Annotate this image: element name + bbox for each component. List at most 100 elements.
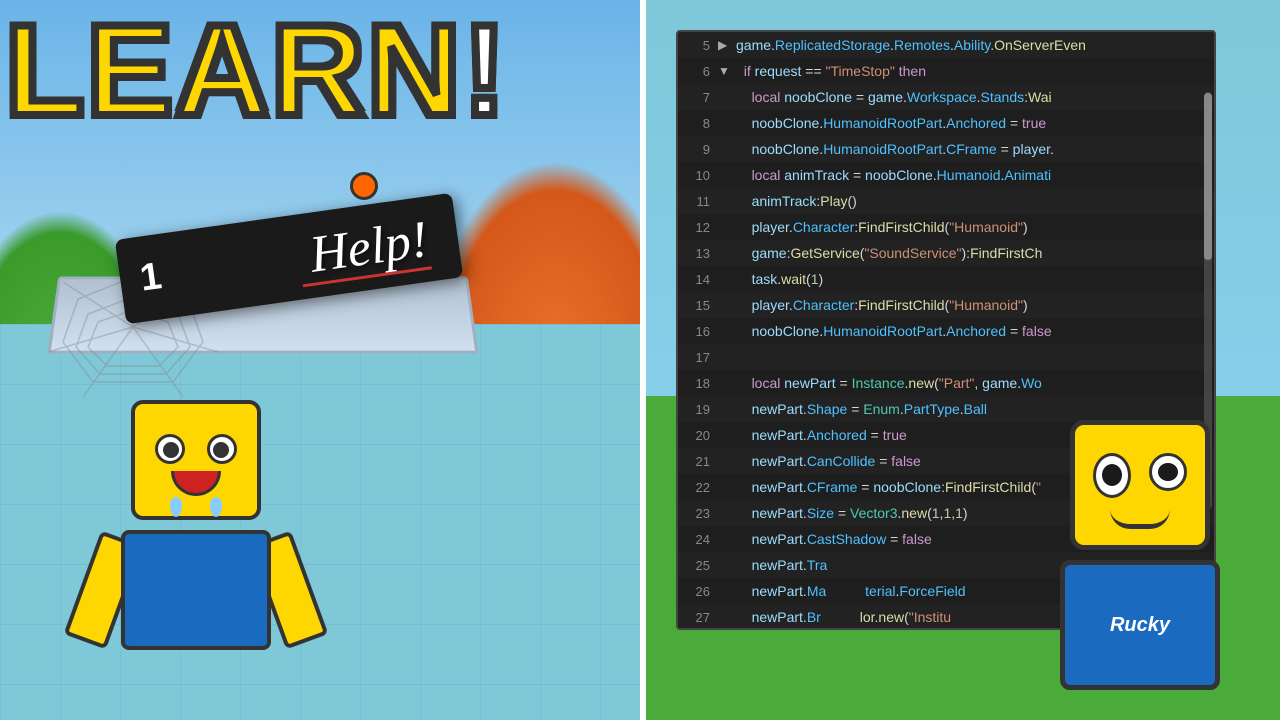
code-line-11: 11 animTrack:Play() (678, 188, 1214, 214)
code-23: newPart.Size = Vector3.new(1,1,1) (736, 505, 968, 521)
arrow-12 (718, 220, 732, 234)
line-num-27: 27 (682, 610, 710, 625)
line-num-18: 18 (682, 376, 710, 391)
line-num-23: 23 (682, 506, 710, 521)
arrow-21 (718, 454, 732, 468)
panel-divider (640, 0, 646, 720)
code-line-5: 5 ▶ game.ReplicatedStorage.Remotes.Abili… (678, 32, 1214, 58)
line-num-9: 9 (682, 142, 710, 157)
line-num-26: 26 (682, 584, 710, 599)
char-right-eye-left (1093, 453, 1131, 498)
code-6: if request == "TimeStop" then (736, 63, 926, 79)
code-19: newPart.Shape = Enum.PartType.Ball (736, 401, 987, 417)
code-7: local noobClone = game.Workspace.Stands:… (736, 89, 1052, 105)
code-5: game.ReplicatedStorage.Remotes.Ability.O… (736, 37, 1086, 53)
arrow-24 (718, 532, 732, 546)
char-right-eye-right (1149, 453, 1187, 491)
code-20: newPart.Anchored = true (736, 427, 907, 443)
arrow-11 (718, 194, 732, 208)
char-torso-left (121, 530, 271, 650)
learn-text: LEARN (5, 0, 463, 143)
code-12: player.Character:FindFirstChild("Humanoi… (736, 219, 1028, 235)
code-line-16: 16 noobClone.HumanoidRootPart.Anchored =… (678, 318, 1214, 344)
code-16: noobClone.HumanoidRootPart.Anchored = fa… (736, 323, 1052, 339)
line-num-6: 6 (682, 64, 710, 79)
help-number: 1 (137, 255, 164, 301)
line-num-5: 5 (682, 38, 710, 53)
code-13: game:GetService("SoundService"):FindFirs… (736, 245, 1042, 261)
arrow-25 (718, 558, 732, 572)
arrow-8 (718, 116, 732, 130)
char-right-logo: Rucky (1110, 614, 1170, 637)
code-line-14: 14 task.wait(1) (678, 266, 1214, 292)
tear-left (170, 497, 182, 517)
code-line-10: 10 local animTrack = noobClone.Humanoid.… (678, 162, 1214, 188)
exclaim-dot (350, 172, 378, 200)
arrow-23 (718, 506, 732, 520)
line-num-10: 10 (682, 168, 710, 183)
code-line-19: 19 newPart.Shape = Enum.PartType.Ball (678, 396, 1214, 422)
line-num-25: 25 (682, 558, 710, 573)
code-line-7: 7 local noobClone = game.Workspace.Stand… (678, 84, 1214, 110)
code-27: newPart.Br lor.new("Institu (736, 609, 951, 625)
left-panel: 1 Help! LEARN! (0, 0, 660, 720)
code-line-17: 17 (678, 344, 1214, 370)
char-head-left (131, 400, 261, 520)
right-panel: 5 ▶ game.ReplicatedStorage.Remotes.Abili… (646, 0, 1280, 720)
arrow-16 (718, 324, 732, 338)
arrow-27 (718, 610, 732, 624)
line-num-17: 17 (682, 350, 710, 365)
arrow-18 (718, 376, 732, 390)
line-num-15: 15 (682, 298, 710, 313)
character-left (66, 400, 326, 720)
arrow-5: ▶ (718, 38, 732, 52)
line-num-14: 14 (682, 272, 710, 287)
line-num-20: 20 (682, 428, 710, 443)
code-line-13: 13 game:GetService("SoundService"):FindF… (678, 240, 1214, 266)
code-26: newPart.Ma terial.ForceField (736, 583, 966, 599)
arrow-15 (718, 298, 732, 312)
exclaim-mark: ! (463, 0, 508, 143)
code-24: newPart.CastShadow = false (736, 531, 932, 547)
code-17 (736, 349, 740, 365)
line-num-24: 24 (682, 532, 710, 547)
tear-right (210, 497, 222, 517)
char-right-mouth (1110, 509, 1170, 529)
line-num-13: 13 (682, 246, 710, 261)
code-8: noobClone.HumanoidRootPart.Anchored = tr… (736, 115, 1046, 131)
arrow-9 (718, 142, 732, 156)
help-text: Help! (306, 210, 431, 285)
line-num-8: 8 (682, 116, 710, 131)
char-mouth-left (171, 471, 221, 496)
line-num-22: 22 (682, 480, 710, 495)
arrow-17 (718, 350, 732, 364)
arrow-6: ▼ (718, 64, 732, 78)
code-25: newPart.Tra (736, 557, 827, 573)
arrow-10 (718, 168, 732, 182)
line-num-19: 19 (682, 402, 710, 417)
code-22: newPart.CFrame = noobClone:FindFirstChil… (736, 479, 1041, 495)
code-10: local animTrack = noobClone.Humanoid.Ani… (736, 167, 1051, 183)
code-18: local newPart = Instance.new("Part", gam… (736, 375, 1042, 391)
code-21: newPart.CanCollide = false (736, 453, 921, 469)
char-eye-right (207, 434, 237, 464)
code-line-18: 18 local newPart = Instance.new("Part", … (678, 370, 1214, 396)
code-line-8: 8 noobClone.HumanoidRootPart.Anchored = … (678, 110, 1214, 136)
line-num-16: 16 (682, 324, 710, 339)
scrollbar-thumb[interactable] (1204, 93, 1212, 260)
arrow-19 (718, 402, 732, 416)
arrow-14 (718, 272, 732, 286)
code-line-9: 9 noobClone.HumanoidRootPart.CFrame = pl… (678, 136, 1214, 162)
code-9: noobClone.HumanoidRootPart.CFrame = play… (736, 141, 1054, 157)
char-right-torso: Rucky (1060, 560, 1220, 690)
code-14: task.wait(1) (736, 271, 823, 287)
code-11: animTrack:Play() (736, 193, 857, 209)
arrow-26 (718, 584, 732, 598)
code-line-12: 12 player.Character:FindFirstChild("Huma… (678, 214, 1214, 240)
arrow-22 (718, 480, 732, 494)
arrow-20 (718, 428, 732, 442)
line-num-21: 21 (682, 454, 710, 469)
char-eye-left (155, 434, 185, 464)
code-line-6: 6 ▼ if request == "TimeStop" then (678, 58, 1214, 84)
character-right: Rucky (1000, 420, 1280, 720)
